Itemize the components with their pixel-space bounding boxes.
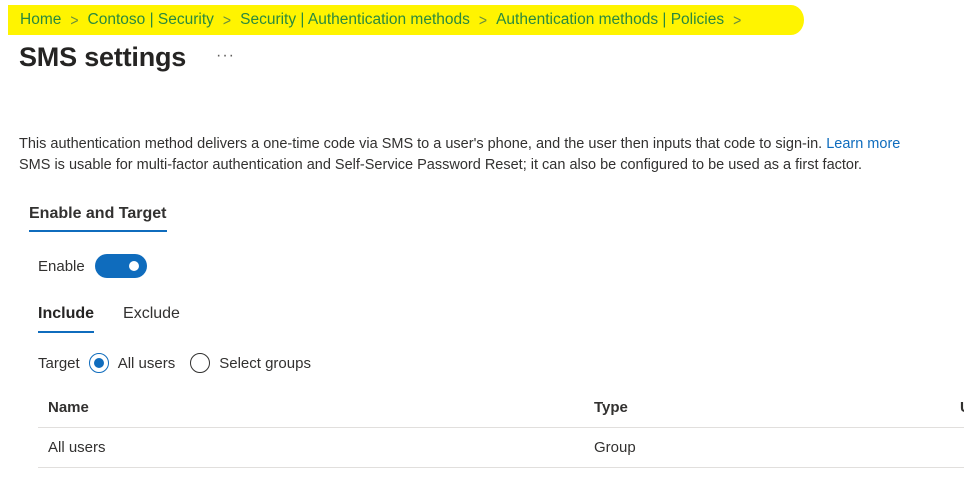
radio-all-users[interactable]	[88, 353, 109, 373]
learn-more-link[interactable]: Learn more	[826, 136, 900, 152]
description-line-2: SMS is usable for multi-factor authentic…	[19, 157, 863, 173]
include-exclude-tabs: Include Exclude	[38, 305, 180, 333]
chevron-right-icon: >	[733, 11, 742, 29]
chevron-right-icon: >	[478, 11, 488, 29]
chevron-right-icon: >	[70, 11, 79, 29]
tab-exclude[interactable]: Exclude	[123, 305, 180, 333]
target-row: Target All users Select groups	[38, 353, 311, 373]
enable-row: Enable	[38, 254, 147, 278]
page-title: SMS settings	[19, 42, 187, 72]
breadcrumb: Home > Contoso | Security > Security | A…	[8, 5, 804, 35]
radio-selected-dot	[93, 358, 104, 368]
method-description: This authentication method delivers a on…	[19, 134, 964, 176]
sms-settings-page: Home > Contoso | Security > Security | A…	[0, 0, 964, 491]
tab-include[interactable]: Include	[38, 305, 95, 333]
radio-select-groups[interactable]	[190, 353, 211, 373]
breadcrumb-policies[interactable]: Authentication methods | Policies	[496, 11, 724, 29]
enable-label: Enable	[38, 257, 85, 275]
target-table: Name Type U All users Group	[38, 388, 964, 468]
breadcrumb-authentication-methods[interactable]: Security | Authentication methods	[240, 11, 470, 29]
toggle-knob	[128, 261, 139, 271]
chevron-right-icon: >	[222, 11, 232, 29]
row-name: All users	[48, 439, 106, 456]
more-options-button[interactable]: ···	[216, 47, 235, 65]
table-header: Name Type U	[38, 388, 964, 428]
target-label: Target	[38, 354, 80, 372]
tab-enable-and-target[interactable]: Enable and Target	[29, 205, 167, 232]
column-header-name[interactable]: Name	[48, 399, 89, 416]
table-row[interactable]: All users Group	[38, 428, 964, 468]
column-header-type[interactable]: Type	[594, 399, 628, 416]
enable-toggle[interactable]	[94, 254, 147, 278]
description-text: This authentication method delivers a on…	[19, 136, 827, 152]
radio-label-all-users[interactable]: All users	[118, 355, 176, 372]
description-line-1: This authentication method delivers a on…	[19, 134, 964, 155]
radio-label-select-groups[interactable]: Select groups	[219, 355, 311, 372]
column-header-truncated[interactable]: U	[960, 399, 964, 416]
row-type: Group	[594, 439, 636, 456]
breadcrumb-contoso-security[interactable]: Contoso | Security	[88, 11, 214, 29]
breadcrumb-home[interactable]: Home	[20, 11, 61, 29]
